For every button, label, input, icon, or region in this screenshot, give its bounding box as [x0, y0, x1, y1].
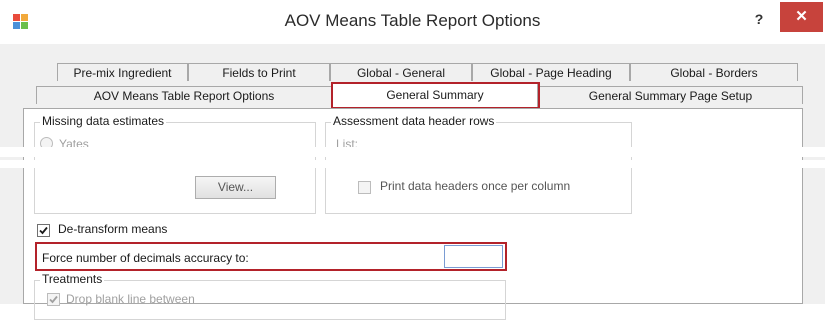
screenshot-cut-band: [0, 147, 825, 157]
title-bar: AOV Means Table Report Options ? ✕: [0, 0, 825, 44]
tab-highlight-box: [331, 82, 540, 109]
detransform-label: De-transform means: [58, 222, 168, 236]
print-headers-once-checkbox[interactable]: [358, 181, 371, 194]
tab-general-summary-page-setup[interactable]: General Summary Page Setup: [538, 86, 803, 104]
decimals-highlight-box: [35, 242, 507, 271]
assessment-headers-legend: Assessment data header rows: [331, 114, 497, 128]
window-title: AOV Means Table Report Options: [284, 11, 541, 30]
tab-fields-to-print[interactable]: Fields to Print: [188, 63, 330, 81]
tab-global-general[interactable]: Global - General: [330, 63, 472, 81]
help-button[interactable]: ?: [748, 8, 770, 30]
checkmark-icon: [49, 295, 58, 304]
close-button[interactable]: ✕: [780, 2, 823, 32]
assessment-headers-group: [325, 122, 632, 214]
view-button[interactable]: View...: [195, 176, 276, 199]
drop-blank-line-checkbox[interactable]: [47, 293, 60, 306]
missing-data-legend: Missing data estimates: [40, 114, 167, 128]
detransform-checkbox[interactable]: [37, 224, 50, 237]
treatments-legend: Treatments: [40, 272, 105, 286]
tab-pre-mix-ingredient[interactable]: Pre-mix Ingredient: [57, 63, 188, 81]
missing-data-group: [34, 122, 316, 214]
tab-global-borders[interactable]: Global - Borders: [630, 63, 798, 81]
tab-aov-means-table-report-options[interactable]: AOV Means Table Report Options: [36, 86, 332, 104]
checkmark-icon: [39, 226, 48, 235]
screenshot-cut-band-lower: [0, 160, 825, 168]
tab-global-page-heading[interactable]: Global - Page Heading: [472, 63, 630, 81]
print-headers-once-label: Print data headers once per column: [380, 179, 571, 193]
